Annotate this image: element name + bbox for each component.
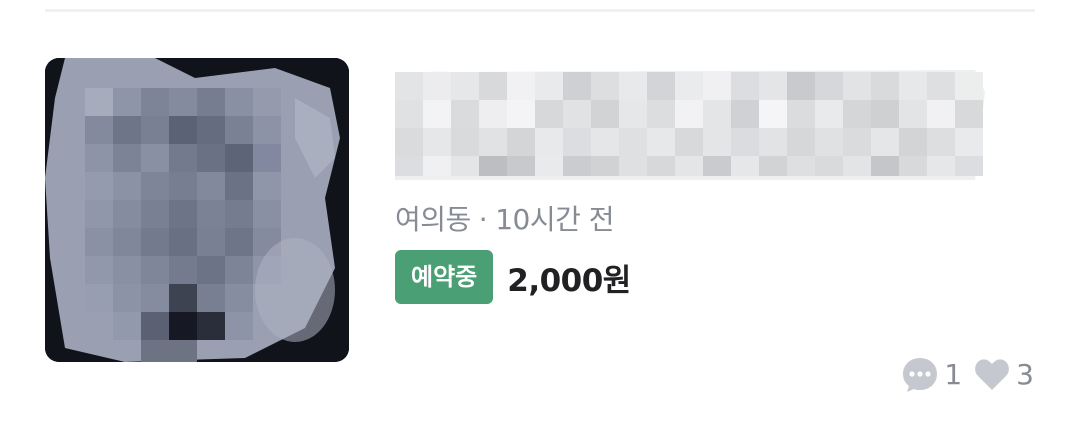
pixelated-thumbnail-image	[45, 58, 349, 362]
chat-count-group: 1	[900, 354, 962, 394]
chat-count: 1	[944, 357, 963, 391]
listing-title-redacted[interactable]	[395, 62, 1005, 180]
listing-location: 여의동	[395, 203, 471, 236]
listing-price: 2,000원	[507, 262, 631, 299]
status-badge: 예약중	[395, 250, 494, 304]
listing-time-ago: 10시간 전	[495, 203, 614, 236]
price-row: 예약중 2,000원	[395, 250, 631, 304]
heart-icon	[975, 359, 1010, 390]
like-count: 3	[1016, 357, 1034, 391]
listing-thumbnail[interactable]	[45, 58, 349, 362]
chat-bubble-icon	[903, 358, 938, 392]
engagement-counts: 1 3	[900, 352, 1034, 396]
listing-meta: 여의동 · 10시간 전	[395, 198, 614, 238]
redacted-title-pixels	[395, 70, 985, 180]
like-count-group: 3	[972, 354, 1034, 394]
listing-item[interactable]: 여의동 · 10시간 전 예약중 2,000원 1 3	[0, 0, 1080, 433]
meta-separator: ·	[478, 203, 488, 236]
